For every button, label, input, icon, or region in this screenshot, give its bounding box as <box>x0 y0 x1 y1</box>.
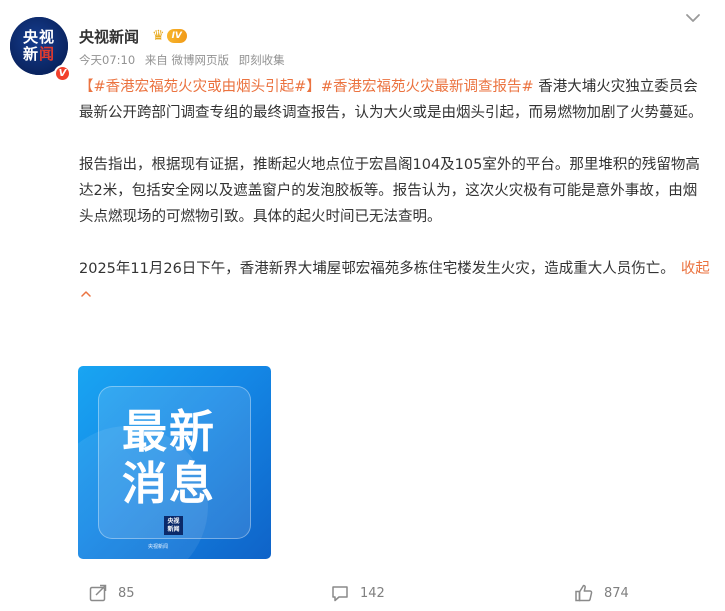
paragraph-2: 报告指出，根据现有证据，推断起火地点位于宏昌阁104及105室外的平台。那里堆积… <box>79 157 700 225</box>
image-logo-b: 新闻 <box>167 525 180 533</box>
avatar-line1: 央视 <box>22 28 55 46</box>
avatar-line2: 新闻 <box>23 46 55 63</box>
verified-badge-icon: V <box>54 65 71 82</box>
topic-link-1[interactable]: 【#香港宏福苑火灾或由烟头引起#】 <box>79 79 321 95</box>
paragraph-3-body: 2025年11月26日下午，香港新界大埔屋邨宏福苑多栋住宅楼发生火灾，造成重大人… <box>79 261 675 277</box>
avatar-line2-b: 闻 <box>39 45 56 63</box>
collapse-label: 收起 <box>680 261 710 277</box>
crown-icon: ♛ <box>152 27 165 44</box>
post-meta: 今天07:10 来自 微博网页版 即刻收集 <box>79 52 291 68</box>
news-image[interactable]: 最新 消息 央视 新闻 央视新闻 <box>78 366 271 559</box>
repost-button[interactable]: 85 <box>88 583 135 603</box>
comment-button[interactable]: 142 <box>330 583 385 603</box>
like-button[interactable]: 874 <box>574 583 629 603</box>
user-level-badge[interactable]: ♛ IV <box>152 27 194 44</box>
image-line2: 消息 <box>122 457 217 510</box>
post-time[interactable]: 今天07:10 <box>79 53 135 67</box>
thumbs-up-icon <box>575 584 593 602</box>
comment-icon <box>332 586 348 602</box>
chevron-up-icon <box>81 291 91 297</box>
level-label: IV <box>166 28 187 43</box>
username[interactable]: 央视新闻 <box>79 26 139 47</box>
post-text: 【#香港宏福苑火灾或由烟头引起#】#香港宏福苑火灾最新调查报告# 香港大埔火灾独… <box>79 74 711 334</box>
topic-link-2[interactable]: #香港宏福苑火灾最新调查报告# <box>321 79 534 95</box>
paragraph-1: 【#香港宏福苑火灾或由烟头引起#】#香港宏福苑火灾最新调查报告# 香港大埔火灾独… <box>79 74 711 126</box>
image-line1: 最新 <box>122 405 217 458</box>
avatar-line2-a: 新 <box>22 45 39 63</box>
post-edit-label[interactable]: 即刻收集 <box>239 53 285 67</box>
weibo-post-card: 央视 新闻 V 央视新闻 ♛ IV 今天07:10 来自 微博网页版 即刻收集 … <box>0 0 725 611</box>
paragraph-3: 2025年11月26日下午，香港新界大埔屋邨宏福苑多栋住宅楼发生火灾，造成重大人… <box>79 256 711 308</box>
chevron-down-icon[interactable] <box>684 10 702 24</box>
repost-icon <box>89 584 107 602</box>
avatar[interactable]: 央视 新闻 V <box>10 17 71 82</box>
image-logo: 央视 新闻 <box>164 516 183 535</box>
image-footer: 央视新闻 <box>148 544 169 550</box>
like-count: 874 <box>604 585 629 601</box>
post-source: 来自 微博网页版 <box>144 53 229 67</box>
repost-count: 85 <box>118 585 135 601</box>
comment-count: 142 <box>360 585 385 601</box>
image-logo-a: 央视 <box>167 517 180 525</box>
image-headline: 最新 消息 <box>122 406 232 510</box>
